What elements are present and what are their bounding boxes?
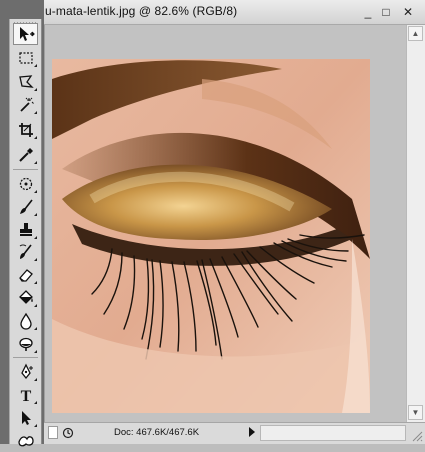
minimize-button[interactable]: _ bbox=[360, 4, 376, 20]
scroll-down-arrow-icon[interactable]: ▼ bbox=[408, 405, 423, 420]
dodge-icon bbox=[18, 337, 33, 351]
canvas-area[interactable] bbox=[44, 25, 406, 422]
paint-bucket-tool[interactable] bbox=[13, 287, 38, 309]
status-bar: Doc: 467.6K/467.6K bbox=[44, 422, 425, 444]
marquee-tool[interactable] bbox=[13, 47, 38, 69]
custom-shape-icon bbox=[17, 436, 34, 447]
status-menu-arrow-icon[interactable] bbox=[249, 427, 255, 437]
eraser-icon bbox=[18, 269, 33, 282]
svg-text:T: T bbox=[20, 388, 31, 404]
brush-icon bbox=[19, 199, 33, 214]
lasso-tool[interactable] bbox=[13, 71, 38, 93]
rect-marquee-icon bbox=[18, 52, 33, 64]
healing-brush-icon bbox=[19, 177, 32, 191]
move-icon bbox=[19, 27, 35, 41]
eraser-tool[interactable] bbox=[13, 264, 38, 286]
clone-stamp-icon bbox=[19, 223, 32, 236]
path-selection-tool[interactable] bbox=[13, 407, 38, 429]
pen-icon bbox=[20, 363, 33, 380]
resize-grip-icon[interactable] bbox=[409, 428, 423, 442]
dodge-tool[interactable] bbox=[13, 333, 38, 355]
zoom-field[interactable] bbox=[48, 426, 58, 439]
crop-tool[interactable] bbox=[13, 119, 38, 141]
paint-bucket-icon bbox=[18, 290, 33, 304]
clone-stamp-tool[interactable] bbox=[13, 219, 38, 241]
document-window: u-mata-lentik.jpg @ 82.6% (RGB/8) _ □ ✕ bbox=[44, 0, 425, 444]
move-tool[interactable] bbox=[13, 23, 38, 45]
close-button[interactable]: ✕ bbox=[400, 4, 416, 20]
document-image[interactable] bbox=[52, 59, 370, 413]
type-icon: T bbox=[20, 388, 31, 404]
eyedropper-icon bbox=[18, 148, 33, 162]
status-options-icon[interactable] bbox=[61, 426, 75, 440]
pen-tool[interactable] bbox=[13, 361, 38, 383]
document-size-info: Doc: 467.6K/467.6K bbox=[114, 427, 200, 438]
polygon-lasso-icon bbox=[18, 75, 34, 88]
tools-panel: T bbox=[0, 0, 44, 447]
document-title: u-mata-lentik.jpg @ 82.6% (RGB/8) bbox=[45, 4, 238, 18]
path-selection-icon bbox=[21, 411, 31, 425]
tools-panel-body: T bbox=[9, 19, 42, 447]
scroll-up-arrow-icon[interactable]: ▲ bbox=[408, 26, 423, 41]
blur-drop-icon bbox=[19, 312, 32, 330]
crop-icon bbox=[18, 123, 33, 137]
healing-brush-tool[interactable] bbox=[13, 173, 38, 195]
magic-wand-icon bbox=[19, 97, 34, 112]
blur-tool[interactable] bbox=[13, 310, 38, 332]
custom-shape-tool[interactable] bbox=[13, 430, 38, 452]
history-brush-icon bbox=[19, 244, 32, 259]
restore-button[interactable]: □ bbox=[378, 4, 394, 20]
eye-closeup-image bbox=[52, 59, 370, 413]
history-brush-tool[interactable] bbox=[13, 241, 38, 263]
eyedropper-tool[interactable] bbox=[13, 144, 38, 166]
vertical-scrollbar[interactable]: ▲ ▼ bbox=[406, 25, 425, 422]
horizontal-scrollbar[interactable] bbox=[260, 425, 406, 441]
type-tool[interactable]: T bbox=[13, 384, 38, 406]
magic-wand-tool[interactable] bbox=[13, 94, 38, 116]
document-titlebar[interactable]: u-mata-lentik.jpg @ 82.6% (RGB/8) _ □ ✕ bbox=[44, 0, 425, 25]
brush-tool[interactable] bbox=[13, 196, 38, 218]
